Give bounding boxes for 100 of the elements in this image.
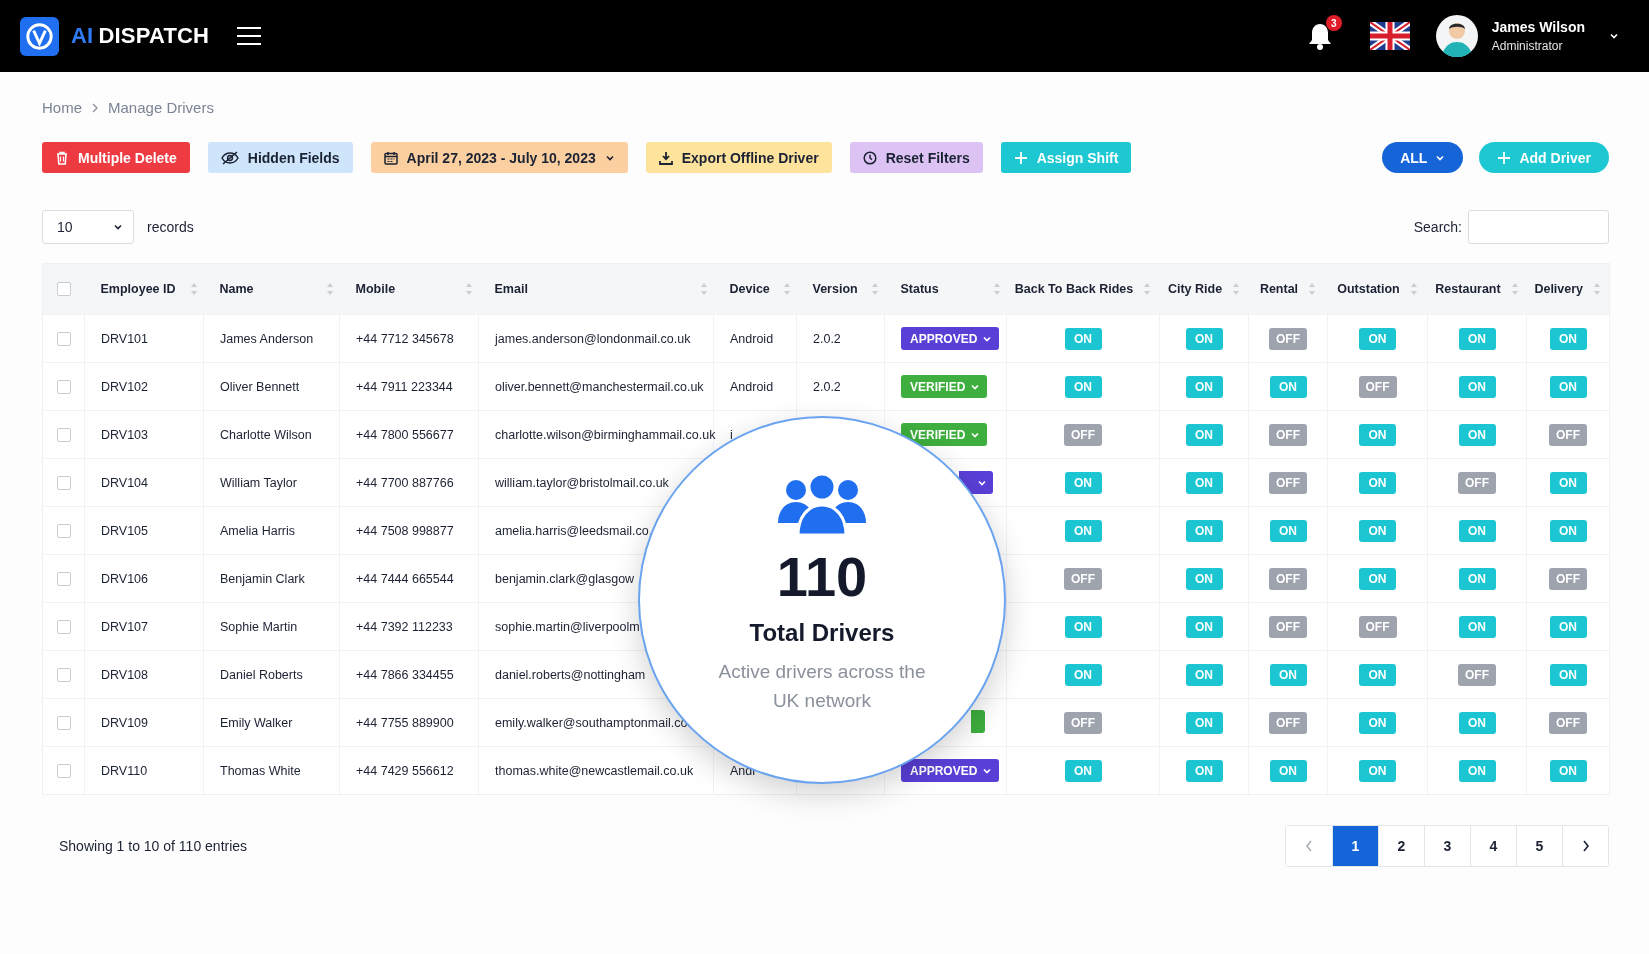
toolbar-button[interactable]: Reset Filters bbox=[849, 142, 983, 173]
toggle-switch[interactable]: OFF bbox=[1269, 423, 1307, 446]
checkbox[interactable] bbox=[56, 331, 71, 346]
toggle-switch[interactable]: OFF bbox=[1549, 567, 1587, 590]
sort-icon[interactable] bbox=[1143, 282, 1152, 296]
toggle-switch[interactable]: ON bbox=[1185, 471, 1223, 494]
toggle-switch[interactable]: ON bbox=[1549, 663, 1587, 686]
status-dropdown[interactable]: APPROVED bbox=[901, 759, 1000, 782]
checkbox[interactable] bbox=[56, 667, 71, 682]
checkbox[interactable] bbox=[56, 475, 71, 490]
status-dropdown[interactable]: VERIFIED bbox=[901, 423, 988, 446]
toggle-switch[interactable]: ON bbox=[1064, 327, 1102, 350]
checkbox[interactable] bbox=[56, 571, 71, 586]
breadcrumb-link[interactable]: Home bbox=[42, 99, 82, 116]
sort-icon[interactable] bbox=[1232, 282, 1241, 296]
search-field[interactable] bbox=[1468, 210, 1609, 244]
toggle-switch[interactable]: ON bbox=[1269, 663, 1307, 686]
sort-icon[interactable] bbox=[1308, 282, 1317, 296]
toggle-switch[interactable]: OFF bbox=[1269, 615, 1307, 638]
checkbox[interactable] bbox=[56, 379, 71, 394]
checkbox[interactable] bbox=[56, 715, 71, 730]
toggle-switch[interactable]: OFF bbox=[1458, 471, 1496, 494]
toggle-switch[interactable]: ON bbox=[1185, 375, 1223, 398]
menu-icon[interactable] bbox=[237, 27, 262, 45]
toolbar-button[interactable]: Assign Shift bbox=[1000, 142, 1132, 173]
toggle-switch[interactable]: ON bbox=[1549, 471, 1587, 494]
toggle-switch[interactable]: OFF bbox=[1358, 615, 1397, 638]
toggle-switch[interactable]: ON bbox=[1185, 423, 1223, 446]
toggle-switch[interactable]: OFF bbox=[1358, 375, 1397, 398]
toggle-switch[interactable]: ON bbox=[1549, 327, 1587, 350]
toggle-switch[interactable]: ON bbox=[1269, 519, 1307, 542]
toggle-switch[interactable]: ON bbox=[1359, 759, 1396, 782]
toggle-switch[interactable]: ON bbox=[1458, 519, 1496, 542]
toggle-switch[interactable]: ON bbox=[1359, 567, 1396, 590]
page-button[interactable]: 1 bbox=[1332, 826, 1378, 866]
toggle-switch[interactable]: ON bbox=[1458, 711, 1496, 734]
toggle-switch[interactable]: OFF bbox=[1064, 567, 1102, 590]
toggle-switch[interactable]: ON bbox=[1269, 375, 1307, 398]
sort-icon[interactable] bbox=[1409, 282, 1418, 296]
toggle-switch[interactable]: OFF bbox=[1064, 423, 1102, 446]
toggle-switch[interactable]: ON bbox=[1359, 663, 1396, 686]
checkbox[interactable] bbox=[56, 763, 71, 778]
toggle-switch[interactable]: OFF bbox=[1269, 327, 1307, 350]
checkbox[interactable] bbox=[56, 427, 71, 442]
toggle-switch[interactable]: OFF bbox=[1269, 471, 1307, 494]
toolbar-button[interactable]: Multiple Delete bbox=[42, 142, 190, 173]
sort-icon[interactable] bbox=[782, 282, 791, 296]
toggle-switch[interactable]: ON bbox=[1064, 519, 1102, 542]
toggle-switch[interactable]: ON bbox=[1185, 519, 1223, 542]
toggle-switch[interactable]: OFF bbox=[1549, 423, 1587, 446]
toggle-switch[interactable]: ON bbox=[1359, 471, 1396, 494]
breadcrumb-link[interactable]: Manage Drivers bbox=[108, 99, 214, 116]
next-page-button[interactable] bbox=[1562, 826, 1608, 866]
toggle-switch[interactable]: ON bbox=[1185, 711, 1223, 734]
sort-icon[interactable] bbox=[699, 282, 708, 296]
toggle-switch[interactable]: OFF bbox=[1458, 663, 1496, 686]
status-dropdown[interactable]: APPROVED bbox=[901, 327, 1000, 350]
toggle-switch[interactable]: ON bbox=[1064, 759, 1102, 782]
toggle-switch[interactable]: ON bbox=[1064, 375, 1102, 398]
sort-icon[interactable] bbox=[189, 282, 198, 296]
checkbox[interactable] bbox=[56, 619, 71, 634]
sort-icon[interactable] bbox=[1593, 282, 1602, 296]
toggle-switch[interactable]: ON bbox=[1064, 471, 1102, 494]
toggle-switch[interactable]: ON bbox=[1185, 567, 1223, 590]
toggle-switch[interactable]: ON bbox=[1185, 615, 1223, 638]
toggle-switch[interactable]: ON bbox=[1359, 327, 1396, 350]
toggle-switch[interactable]: ON bbox=[1185, 327, 1223, 350]
filter-dropdown[interactable]: ALL bbox=[1382, 142, 1464, 173]
toggle-switch[interactable]: ON bbox=[1185, 759, 1223, 782]
checkbox[interactable] bbox=[56, 282, 71, 297]
sort-icon[interactable] bbox=[870, 282, 879, 296]
sort-icon[interactable] bbox=[464, 282, 473, 296]
toggle-switch[interactable]: OFF bbox=[1269, 711, 1307, 734]
toolbar-button[interactable]: Export Offline Driver bbox=[645, 142, 832, 173]
toggle-switch[interactable]: ON bbox=[1549, 615, 1587, 638]
toggle-switch[interactable]: ON bbox=[1549, 375, 1587, 398]
status-dropdown[interactable]: VERIFIED bbox=[901, 375, 988, 398]
toggle-switch[interactable]: ON bbox=[1458, 327, 1496, 350]
avatar-icon[interactable] bbox=[1435, 15, 1478, 57]
toggle-switch[interactable]: ON bbox=[1185, 663, 1223, 686]
sort-icon[interactable] bbox=[325, 282, 334, 296]
page-size-select[interactable]: 10 bbox=[42, 210, 134, 244]
toggle-switch[interactable]: ON bbox=[1458, 567, 1496, 590]
add-driver-button[interactable]: Add Driver bbox=[1479, 142, 1609, 173]
sort-icon[interactable] bbox=[1510, 282, 1519, 296]
toggle-switch[interactable]: ON bbox=[1458, 615, 1496, 638]
toggle-switch[interactable]: ON bbox=[1269, 759, 1307, 782]
toggle-switch[interactable]: ON bbox=[1458, 759, 1496, 782]
toggle-switch[interactable]: ON bbox=[1064, 615, 1102, 638]
toggle-switch[interactable]: OFF bbox=[1064, 711, 1102, 734]
sort-icon[interactable] bbox=[992, 282, 1001, 296]
toggle-switch[interactable]: ON bbox=[1549, 519, 1587, 542]
toolbar-button[interactable]: Hidden Fields bbox=[207, 142, 353, 173]
toolbar-button[interactable]: April 27, 2023 - July 10, 2023 bbox=[370, 142, 628, 173]
toggle-switch[interactable]: OFF bbox=[1269, 567, 1307, 590]
toggle-switch[interactable]: ON bbox=[1359, 519, 1396, 542]
toggle-switch[interactable]: ON bbox=[1549, 759, 1587, 782]
toggle-switch[interactable]: ON bbox=[1359, 423, 1396, 446]
toggle-switch[interactable]: ON bbox=[1064, 663, 1102, 686]
toggle-switch[interactable]: ON bbox=[1458, 375, 1496, 398]
